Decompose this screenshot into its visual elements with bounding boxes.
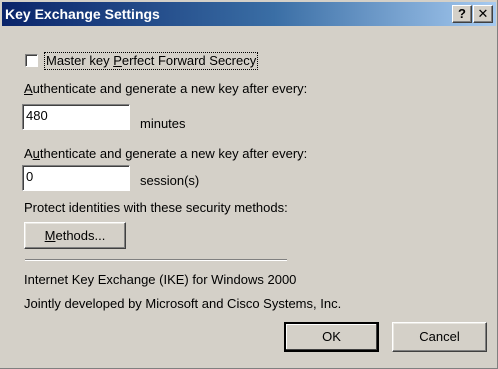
methods-button[interactable]: Methods... [24, 222, 126, 249]
key-lifetime-minutes-prompt: Authenticate and generate a new key afte… [24, 81, 307, 97]
prompt-accel: A [24, 81, 33, 96]
sessions-input[interactable]: 0 [22, 165, 130, 191]
methods-accel: M [44, 228, 56, 243]
title-bar[interactable]: Key Exchange Settings ? ✕ [2, 2, 496, 26]
key-lifetime-sessions-prompt: Authenticate and generate a new key afte… [24, 146, 307, 162]
cancel-button[interactable]: Cancel [392, 322, 487, 352]
info-line-1: Internet Key Exchange (IKE) for Windows … [24, 272, 297, 287]
info-line-2: Jointly developed by Microsoft and Cisco… [24, 296, 342, 311]
pfs-label[interactable]: Master key Perfect Forward Secrecy [44, 52, 259, 70]
key-exchange-settings-dialog: Key Exchange Settings ? ✕ Master key Per… [0, 0, 498, 369]
prompt-pre: A [24, 146, 33, 161]
pfs-label-post: erfect Forward Secrecy [121, 53, 257, 68]
help-icon[interactable]: ? [452, 5, 472, 23]
minutes-input[interactable]: 480 [22, 104, 130, 130]
prompt-accel: u [32, 146, 40, 161]
pfs-label-pre: Master key [46, 53, 114, 68]
pfs-checkbox[interactable] [25, 54, 38, 67]
sessions-unit-label: session(s) [140, 173, 200, 188]
prompt-post: uthenticate and generate a new key after… [32, 81, 308, 96]
separator [25, 259, 287, 261]
ok-button[interactable]: OK [284, 322, 379, 352]
methods-rest: ethods... [55, 228, 106, 243]
window-title: Key Exchange Settings [5, 6, 160, 22]
security-methods-prompt: Protect identities with these security m… [24, 200, 288, 215]
pfs-label-accel: P [113, 53, 122, 68]
close-icon[interactable]: ✕ [473, 5, 493, 23]
prompt-post: thenticate and generate a new key after … [39, 146, 308, 161]
minutes-unit-label: minutes [140, 116, 186, 131]
